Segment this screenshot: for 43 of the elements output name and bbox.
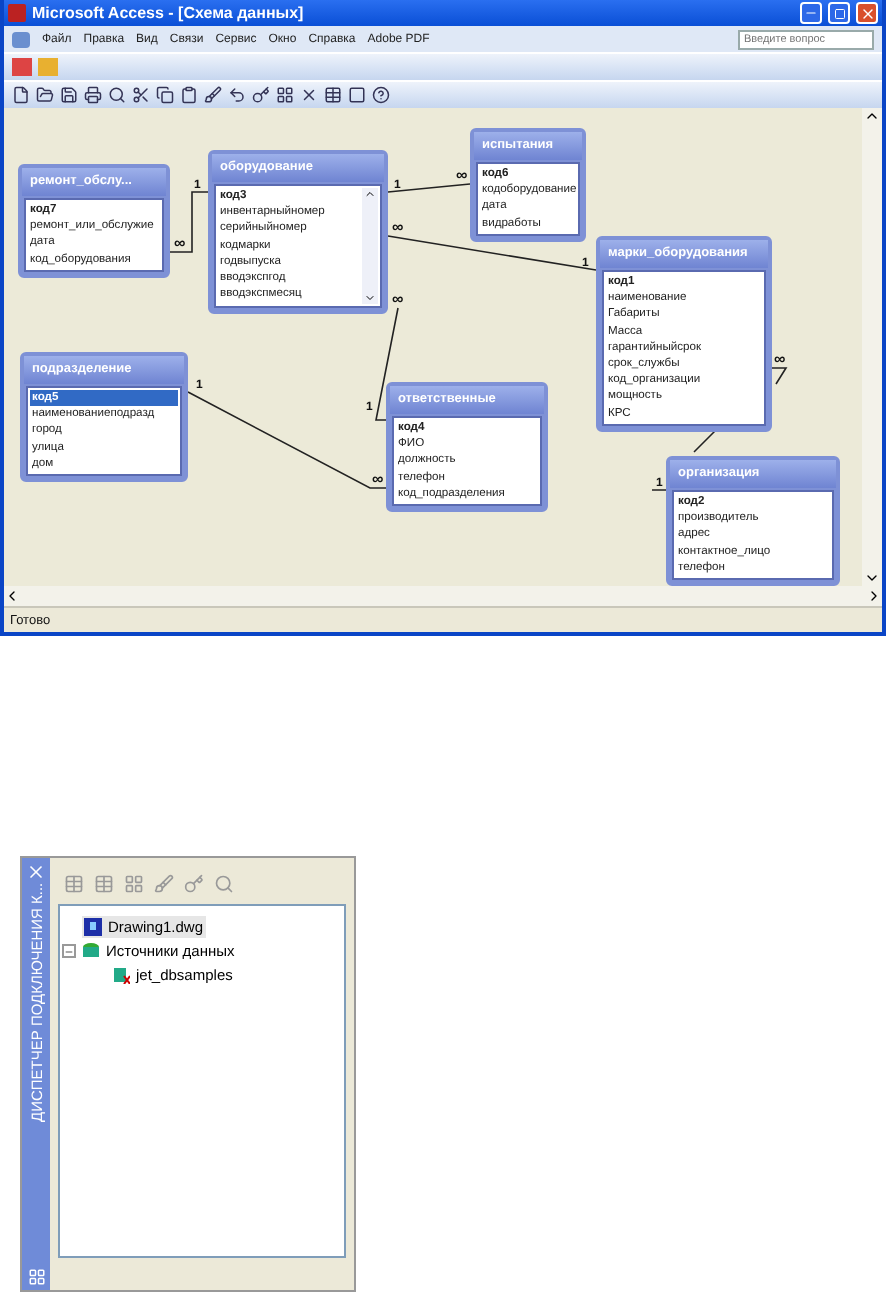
cardinality-label: ∞	[174, 234, 186, 252]
undo-icon[interactable]	[228, 86, 246, 104]
table-icon[interactable]	[324, 86, 342, 104]
clipboard-icon[interactable]	[180, 86, 198, 104]
cardinality-label: ∞	[456, 166, 468, 184]
database-icon	[112, 966, 130, 984]
grid-icon[interactable]	[276, 86, 294, 104]
scissors-icon[interactable]	[132, 86, 150, 104]
cardinality-label: ∞	[774, 350, 786, 368]
collapse-icon[interactable]	[62, 944, 76, 958]
horizontal-scrollbar[interactable]	[4, 586, 882, 606]
save-icon[interactable]	[60, 86, 78, 104]
vertical-scrollbar[interactable]	[862, 108, 882, 586]
relationship-line	[169, 191, 209, 253]
cardinality-label: ∞	[372, 470, 384, 488]
database-icon	[82, 942, 100, 960]
scroll-up-icon[interactable]	[864, 108, 880, 124]
cardinality-label: ∞	[392, 290, 404, 308]
drawing-file-icon	[84, 918, 102, 936]
search-icon[interactable]	[108, 86, 126, 104]
scroll-right-icon[interactable]	[866, 588, 882, 604]
help-icon[interactable]	[372, 86, 390, 104]
cardinality-label: ∞	[392, 218, 404, 236]
window-title: Microsoft Access - [Схема данных]	[32, 4, 306, 22]
folder-icon[interactable]	[36, 86, 54, 104]
minimize-icon	[804, 6, 818, 20]
scroll-down-icon[interactable]	[864, 570, 880, 586]
scroll-left-icon[interactable]	[4, 588, 20, 604]
key-icon[interactable]	[252, 86, 270, 104]
close-icon[interactable]	[26, 862, 46, 882]
window-icon[interactable]	[348, 86, 366, 104]
app-icon	[8, 4, 26, 22]
maximize-button[interactable]	[828, 2, 850, 24]
maximize-icon	[833, 7, 845, 19]
new-file-icon[interactable]	[12, 86, 30, 104]
relationship-line	[387, 183, 471, 193]
minimize-button[interactable]	[800, 2, 822, 24]
printer-icon[interactable]	[84, 86, 102, 104]
brush-icon[interactable]	[204, 86, 222, 104]
delete-icon[interactable]	[300, 86, 318, 104]
close-button[interactable]	[856, 2, 878, 24]
close-icon	[859, 5, 875, 21]
copy-icon[interactable]	[156, 86, 174, 104]
